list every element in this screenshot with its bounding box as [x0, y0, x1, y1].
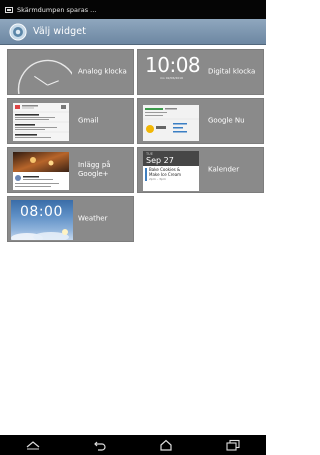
- page-title: Välj widget: [33, 26, 87, 37]
- google-plus-preview-icon: [13, 152, 69, 190]
- recents-icon[interactable]: [225, 439, 241, 451]
- weather-preview: 08:00: [11, 200, 73, 240]
- calendar-event-title: Bake Cookies & Make Ice Cream: [149, 167, 182, 177]
- digital-clock-preview: 10:08 mo 02/06/2016: [145, 54, 201, 92]
- widget-label: Gmail: [78, 116, 99, 125]
- widget-weather[interactable]: 08:00 Weather: [7, 196, 134, 242]
- widget-label: Analog klocka: [78, 67, 127, 76]
- action-bar: Välj widget: [0, 19, 266, 45]
- back-icon[interactable]: [92, 439, 108, 451]
- navigation-bar: [0, 435, 266, 455]
- widget-digital-clock[interactable]: 10:08 mo 02/06/2016 Digital klocka: [137, 49, 264, 95]
- widget-label: Inlägg på Google+: [78, 161, 111, 178]
- analog-clock-preview-icon: [17, 59, 72, 94]
- collapse-icon[interactable]: [25, 439, 41, 451]
- digital-clock-time: 10:08: [145, 53, 201, 77]
- weather-clouds-icon: [11, 229, 69, 240]
- widget-label: Kalender: [208, 165, 240, 174]
- widget-gmail[interactable]: Gmail: [7, 98, 134, 144]
- calendar-preview: TUE Sep 27 Bake Cookies & Make Ice Cream…: [143, 151, 199, 191]
- widget-label: Weather: [78, 214, 108, 223]
- status-text: Skärmdumpen sparas ...: [17, 5, 97, 14]
- widget-analog-clock[interactable]: Analog klocka: [7, 49, 134, 95]
- widget-google-plus[interactable]: Inlägg på Google+: [7, 147, 134, 193]
- weather-time: 08:00: [20, 204, 63, 220]
- widget-label: Digital klocka: [208, 67, 256, 76]
- widget-google-now[interactable]: Google Nu: [137, 98, 264, 144]
- gear-icon[interactable]: [9, 22, 27, 41]
- screenshot-icon: [5, 6, 13, 13]
- google-now-preview-icon: [143, 105, 199, 141]
- widget-calendar[interactable]: TUE Sep 27 Bake Cookies & Make Ice Cream…: [137, 147, 264, 193]
- gmail-preview-icon: [13, 103, 69, 141]
- home-icon[interactable]: [158, 439, 174, 451]
- status-bar: Skärmdumpen sparas ...: [0, 0, 266, 19]
- widget-label: Google Nu: [208, 116, 245, 125]
- calendar-date: Sep 27: [146, 156, 174, 165]
- calendar-event-time: 2pm – 3pm: [149, 177, 166, 182]
